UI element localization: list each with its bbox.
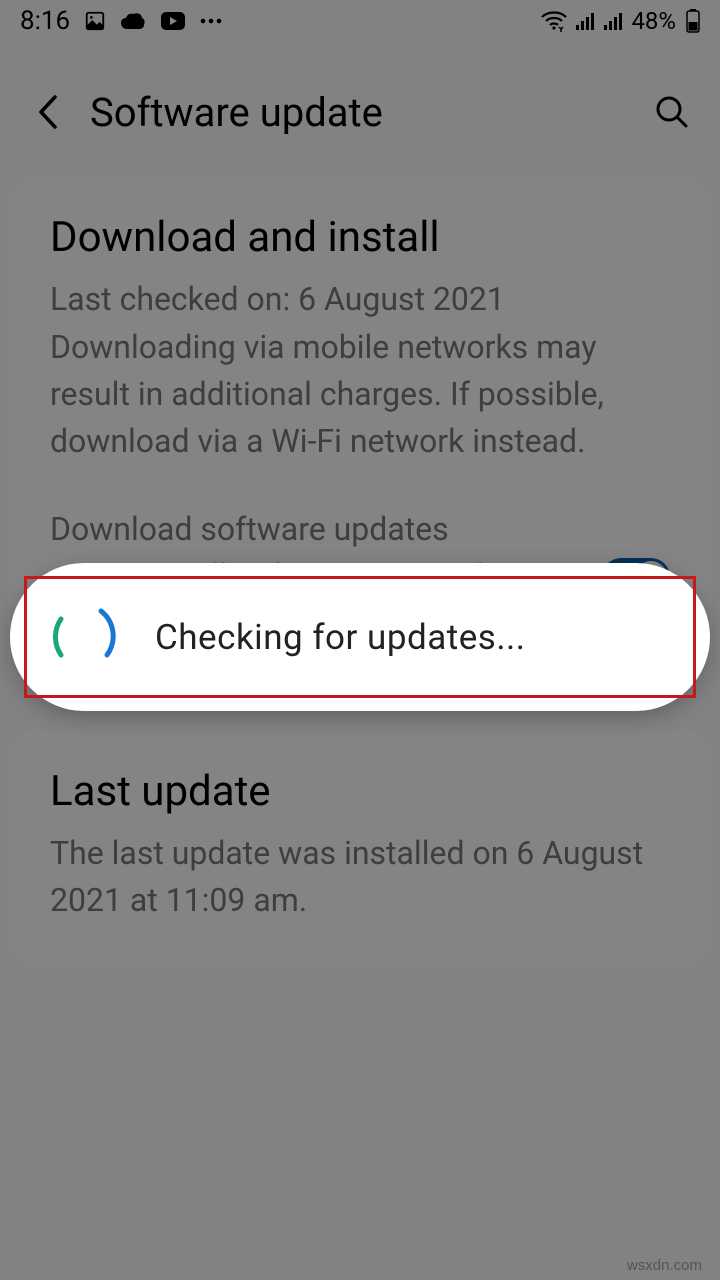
checking-updates-modal: Checking for updates...	[10, 563, 710, 711]
search-icon	[655, 95, 689, 129]
watermark: wsxdn.com	[627, 1257, 702, 1274]
picture-icon	[84, 10, 106, 32]
download-install-title: Download and install	[50, 214, 670, 262]
battery-percent: 48%	[631, 7, 676, 35]
chevron-left-icon	[37, 94, 59, 130]
status-left: 8:16	[20, 6, 222, 36]
wifi-icon	[541, 10, 567, 32]
search-button[interactable]	[648, 88, 696, 136]
status-right: 48%	[541, 7, 700, 35]
last-update-card[interactable]: Last update The last update was installe…	[8, 730, 712, 967]
battery-icon	[686, 9, 700, 33]
last-update-desc: The last update was installed on 6 Augus…	[50, 830, 670, 925]
download-install-desc: Last checked on: 6 August 2021 Downloadi…	[50, 276, 670, 465]
more-icon	[200, 18, 222, 24]
signal-icon-2	[603, 11, 623, 31]
status-bar: 8:16 48%	[0, 0, 720, 42]
page-title: Software update	[90, 89, 648, 136]
back-button[interactable]	[24, 88, 72, 136]
spinner-icon	[43, 597, 123, 677]
checking-updates-text: Checking for updates...	[155, 617, 526, 658]
modal-highlight: Checking for updates...	[24, 576, 696, 698]
signal-icon-1	[575, 11, 595, 31]
status-time: 8:16	[20, 6, 70, 36]
youtube-icon	[160, 11, 186, 31]
cloud-icon	[120, 12, 146, 30]
header: Software update	[0, 42, 720, 176]
last-update-title: Last update	[50, 768, 670, 816]
